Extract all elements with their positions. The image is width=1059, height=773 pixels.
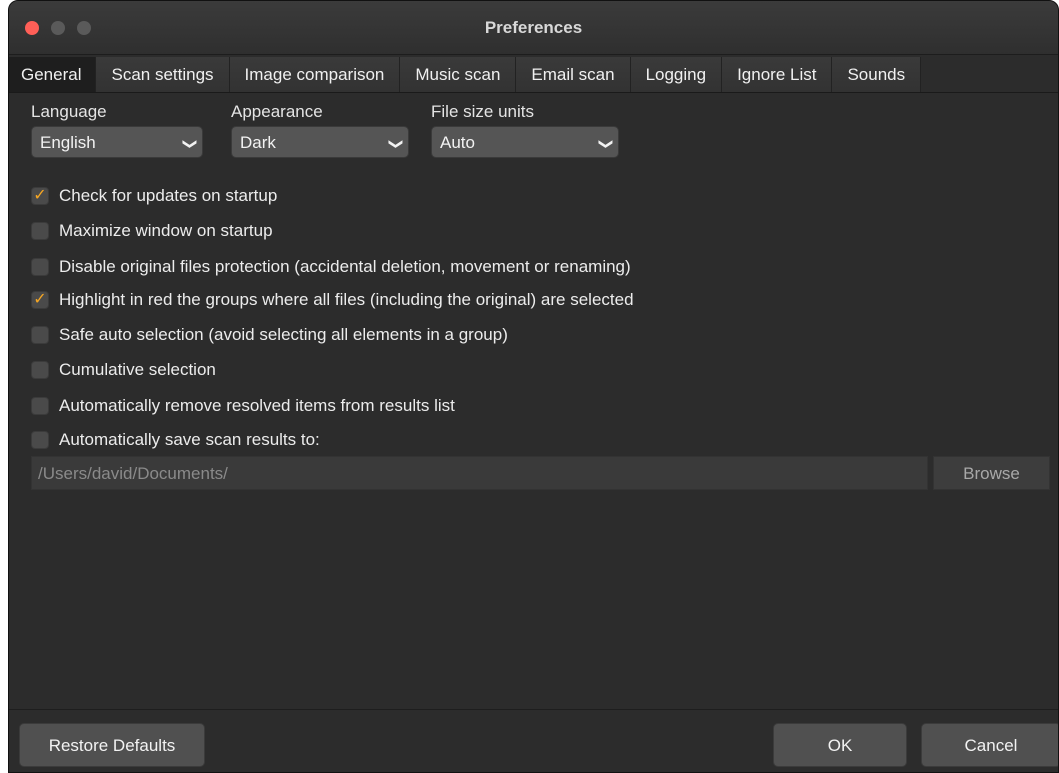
option-label: Cumulative selection: [59, 360, 216, 379]
checkbox[interactable]: [31, 222, 49, 240]
option-cumulative-selection[interactable]: Cumulative selection: [31, 358, 216, 382]
language-label: Language: [31, 102, 107, 121]
option-disable-protection[interactable]: Disable original files protection (accid…: [31, 255, 631, 279]
cancel-button[interactable]: Cancel: [921, 723, 1058, 767]
checkbox[interactable]: [31, 258, 49, 276]
checkbox[interactable]: [31, 397, 49, 415]
checkmark-icon: ✓: [33, 291, 47, 308]
checkbox[interactable]: ✓: [31, 291, 49, 309]
option-label: Highlight in red the groups where all fi…: [59, 290, 634, 309]
checkbox[interactable]: ✓: [31, 187, 49, 205]
language-select[interactable]: English ❮: [31, 126, 203, 158]
chevron-down-icon: ❮: [596, 138, 613, 150]
tab-scan-settings[interactable]: Scan settings: [96, 57, 230, 92]
preferences-window: Preferences General Scan settings Image …: [8, 0, 1059, 773]
checkbox[interactable]: [31, 326, 49, 344]
restore-defaults-button[interactable]: Restore Defaults: [19, 723, 205, 767]
file-size-units-label: File size units: [431, 102, 534, 121]
option-maximize-window[interactable]: Maximize window on startup: [31, 219, 273, 243]
option-label: Safe auto selection (avoid selecting all…: [59, 325, 508, 344]
title-bar[interactable]: Preferences: [9, 1, 1058, 55]
option-highlight-red[interactable]: ✓ Highlight in red the groups where all …: [31, 288, 634, 312]
save-path-field[interactable]: /Users/david/Documents/: [31, 456, 928, 490]
option-safe-auto-selection[interactable]: Safe auto selection (avoid selecting all…: [31, 323, 508, 347]
footer-divider: [9, 709, 1058, 710]
checkmark-icon: ✓: [33, 187, 47, 204]
file-size-units-select[interactable]: Auto ❮: [431, 126, 619, 158]
tab-general[interactable]: General: [9, 57, 97, 92]
tab-sounds[interactable]: Sounds: [832, 57, 922, 92]
appearance-select[interactable]: Dark ❮: [231, 126, 409, 158]
checkbox[interactable]: [31, 431, 49, 449]
window-title: Preferences: [484, 18, 583, 37]
checkbox[interactable]: [31, 361, 49, 379]
chevron-down-icon: ❮: [386, 138, 403, 150]
file-size-units-select-value: Auto: [440, 133, 475, 152]
option-remove-resolved[interactable]: Automatically remove resolved items from…: [31, 394, 455, 418]
chevron-down-icon: ❮: [180, 138, 197, 150]
tab-image-comparison[interactable]: Image comparison: [229, 57, 401, 92]
tab-bar: General Scan settings Image comparison M…: [9, 57, 1058, 93]
option-label: Check for updates on startup: [59, 186, 278, 205]
language-select-value: English: [40, 133, 96, 152]
option-label: Disable original files protection (accid…: [59, 257, 631, 276]
appearance-select-value: Dark: [240, 133, 276, 152]
tab-logging[interactable]: Logging: [630, 57, 723, 92]
option-label: Maximize window on startup: [59, 221, 273, 240]
ok-button[interactable]: OK: [773, 723, 907, 767]
option-check-updates[interactable]: ✓ Check for updates on startup: [31, 184, 277, 208]
browse-button[interactable]: Browse: [933, 456, 1050, 490]
tab-ignore-list[interactable]: Ignore List: [722, 57, 833, 92]
appearance-label: Appearance: [231, 102, 323, 121]
option-auto-save-results[interactable]: Automatically save scan results to:: [31, 428, 320, 452]
tab-email-scan[interactable]: Email scan: [516, 57, 631, 92]
tab-music-scan[interactable]: Music scan: [400, 57, 517, 92]
option-label: Automatically save scan results to:: [59, 430, 320, 449]
option-label: Automatically remove resolved items from…: [59, 396, 455, 415]
